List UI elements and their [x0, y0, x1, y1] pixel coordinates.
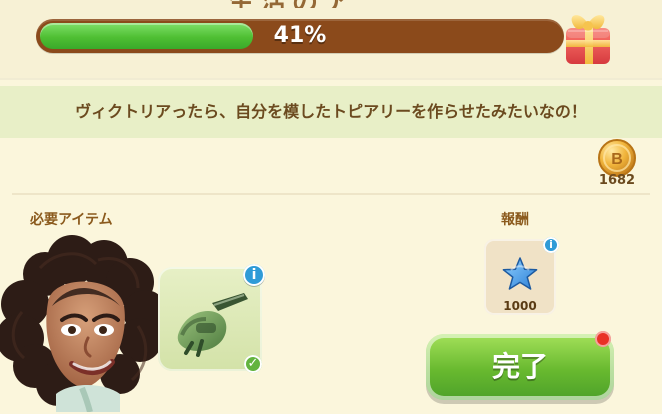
coin-icon: B: [598, 139, 636, 177]
info-icon[interactable]: i: [543, 237, 559, 253]
top-title-fragment: 生活のア: [228, 0, 368, 8]
required-items-label: 必要アイテム: [30, 212, 113, 228]
chainsaw-icon: [177, 293, 248, 357]
notification-dot-icon: [595, 331, 611, 347]
info-icon[interactable]: i: [243, 264, 265, 286]
coin-count: 1682: [598, 173, 636, 188]
coin-symbol: B: [611, 151, 623, 168]
check-icon: ✓: [244, 355, 262, 373]
character-portrait: [0, 235, 167, 412]
section-divider: [12, 193, 650, 195]
required-item-card[interactable]: i ✓: [158, 264, 265, 373]
complete-button[interactable]: 完了: [426, 334, 614, 400]
top-area: 生活のア 41%: [0, 0, 662, 80]
reward-card[interactable]: 1000 i: [484, 237, 559, 315]
progress-label: 41%: [273, 23, 327, 48]
reward-label: 報酬: [501, 212, 529, 228]
quest-message: ヴィクトリアったら、自分を模したトピアリーを作らせたみたいなの！: [75, 102, 587, 121]
blue-star-icon: [502, 257, 538, 290]
reward-amount: 1000: [503, 299, 537, 313]
progress-bar: 41%: [36, 19, 564, 53]
gift-icon[interactable]: [556, 4, 620, 70]
